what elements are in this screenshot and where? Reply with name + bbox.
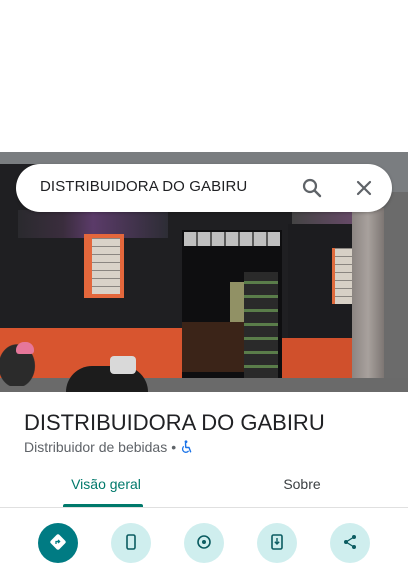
wheelchair-icon [180,440,194,454]
save-to-phone-icon [271,534,283,550]
search-input[interactable]: DISTRIBUIDORA DO GABIRU [40,178,247,195]
directions-button[interactable] [38,523,78,563]
nearby-button[interactable] [184,523,224,563]
share-button[interactable] [330,523,370,563]
tab-divider [0,507,408,508]
window [84,234,124,298]
search-bar[interactable]: DISTRIBUIDORA DO GABIRU [16,164,392,212]
place-category[interactable]: Distribuidor de bebidas [24,439,167,455]
close-icon[interactable] [352,176,376,200]
separator-dot: • [171,439,177,455]
tab-overview[interactable]: Visão geral [46,476,166,492]
top-blank-area [0,0,408,152]
send-to-phone-button[interactable] [257,523,297,563]
phone-icon [126,534,136,550]
motorcycle [66,356,148,392]
place-title: DISTRIBUIDORA DO GABIRU [24,410,325,435]
motorcycle [0,336,42,386]
call-button[interactable] [111,523,151,563]
tab-about[interactable]: Sobre [242,476,362,492]
nearby-icon [197,535,211,549]
search-icon[interactable] [300,176,324,200]
directions-icon [50,534,66,550]
utility-pole [352,208,384,392]
share-icon [344,535,356,549]
place-subline: Distribuidor de bebidas • [24,438,194,456]
